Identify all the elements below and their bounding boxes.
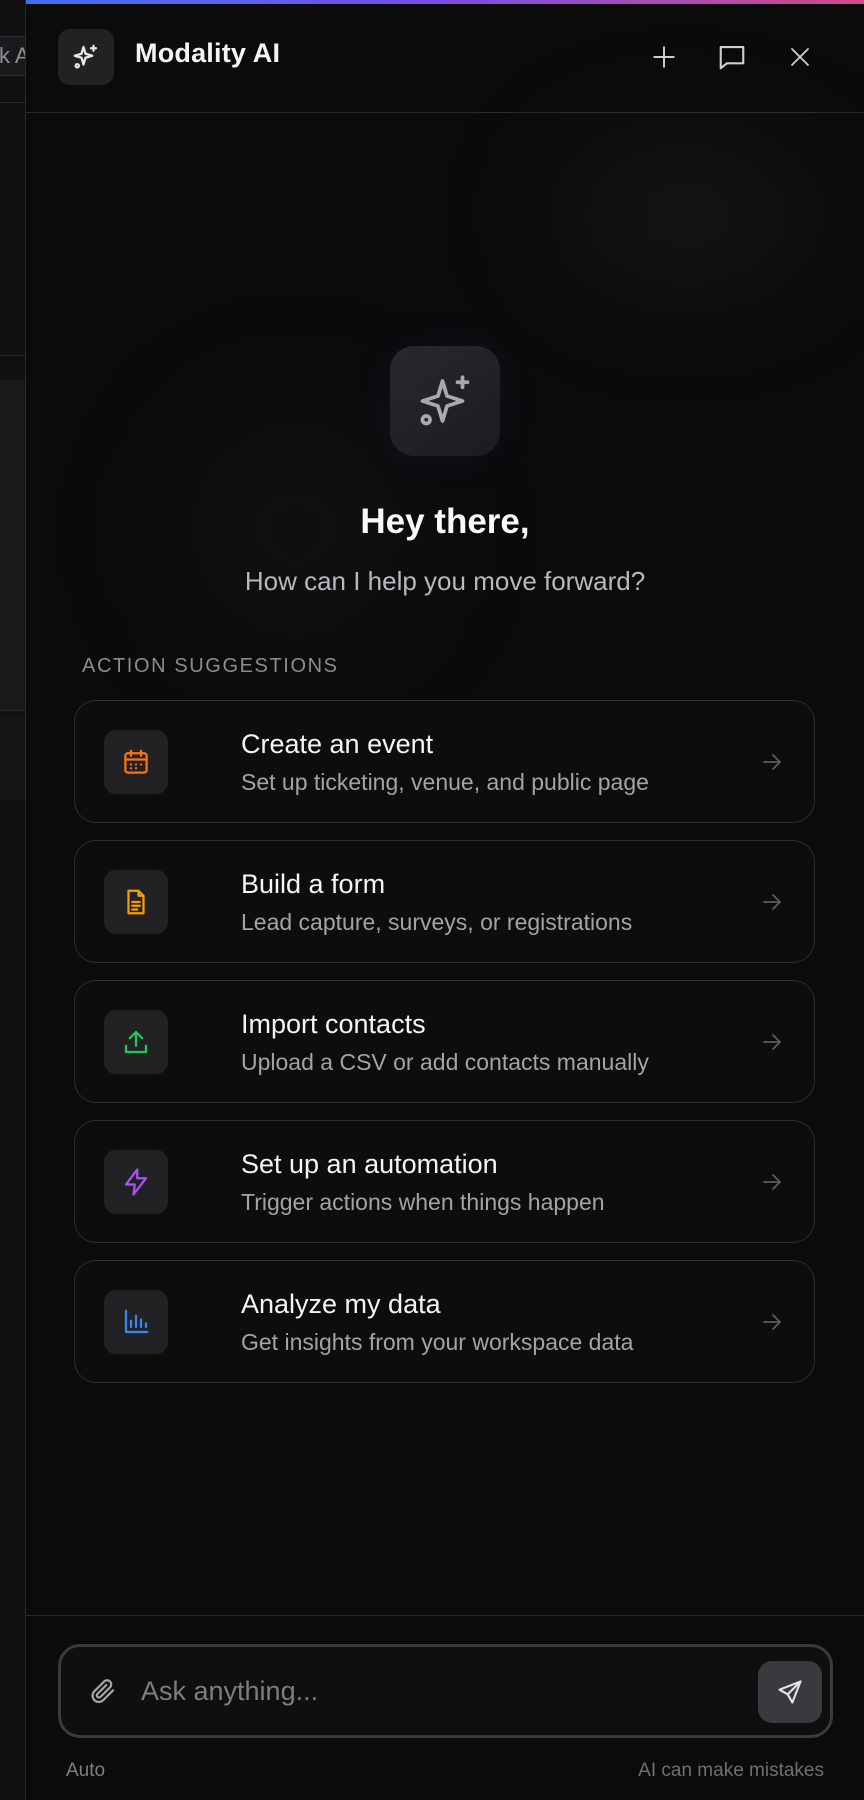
suggestion-description: Set up ticketing, venue, and public page (241, 769, 649, 795)
new-chat-button[interactable] (644, 37, 684, 77)
background-app: k A (0, 0, 26, 1800)
arrow-right-icon (763, 1314, 781, 1330)
chat-composer (58, 1644, 833, 1738)
arrow-right-icon (763, 754, 781, 770)
background-glow (546, 140, 826, 290)
send-button[interactable] (758, 1661, 822, 1723)
send-icon (778, 1680, 802, 1704)
background-tab-fragment: k A (0, 36, 25, 76)
suggestion-analyze-data[interactable]: Analyze my data Get insights from your w… (74, 1260, 815, 1383)
background-panel (0, 715, 25, 800)
arrow-right-icon (763, 894, 781, 910)
suggestion-title: Build a form (241, 869, 386, 899)
calendar-icon (104, 730, 168, 794)
greeting-heading: Hey there, (360, 502, 530, 541)
close-button[interactable] (780, 37, 820, 77)
model-mode-label[interactable]: Auto (66, 1760, 105, 1782)
suggestion-title: Analyze my data (241, 1289, 441, 1319)
suggestion-create-event[interactable]: Create an event Set up ticketing, venue,… (74, 700, 815, 823)
attach-button[interactable] (83, 1671, 123, 1711)
suggestion-title: Import contacts (241, 1009, 426, 1039)
arrow-right-icon (763, 1174, 781, 1190)
suggestion-description: Trigger actions when things happen (241, 1189, 605, 1215)
message-square-icon (719, 45, 745, 70)
divider (0, 102, 25, 103)
ai-assistant-panel: Modality AI Hey there, How can I help yo… (26, 0, 864, 1800)
file-text-icon (104, 870, 168, 934)
suggestion-import-contacts[interactable]: Import contacts Upload a CSV or add cont… (74, 980, 815, 1103)
greeting-subtitle: How can I help you move forward? (244, 566, 646, 596)
suggestion-setup-automation[interactable]: Set up an automation Trigger actions whe… (74, 1120, 815, 1243)
suggestion-description: Get insights from your workspace data (241, 1329, 634, 1355)
disclaimer-text: AI can make mistakes (638, 1760, 824, 1781)
sparkles-icon (390, 346, 500, 456)
arrow-right-icon (763, 1034, 781, 1050)
plus-icon (653, 46, 675, 68)
upload-icon (104, 1010, 168, 1074)
sparkles-icon (58, 29, 114, 85)
suggestion-build-form[interactable]: Build a form Lead capture, surveys, or r… (74, 840, 815, 963)
suggestion-title: Set up an automation (241, 1149, 498, 1179)
panel-title: Modality AI (135, 38, 281, 68)
chat-input[interactable] (141, 1665, 721, 1717)
panel-header: Modality AI (26, 4, 864, 113)
background-panel (0, 380, 25, 710)
composer-area: Auto AI can make mistakes (26, 1615, 864, 1800)
divider (0, 355, 25, 356)
paperclip-icon (91, 1679, 115, 1704)
bar-chart-icon (104, 1290, 168, 1354)
suggestion-title: Create an event (241, 729, 434, 759)
zap-icon (104, 1150, 168, 1214)
suggestion-description: Lead capture, surveys, or registrations (241, 909, 633, 935)
suggestion-description: Upload a CSV or add contacts manually (241, 1049, 649, 1075)
close-icon (791, 48, 809, 66)
chat-history-button[interactable] (712, 37, 752, 77)
section-label: ACTION SUGGESTIONS (82, 655, 339, 677)
divider (0, 710, 25, 711)
